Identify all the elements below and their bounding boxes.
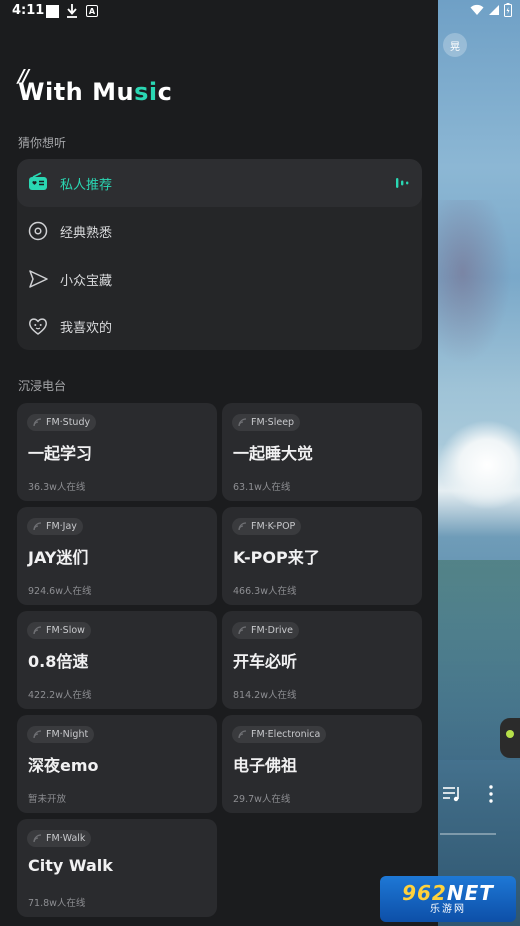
guess-section-title: 猜你想听 bbox=[18, 136, 67, 150]
station-online-count: 29.7w人在线 bbox=[233, 794, 291, 805]
station-online-count: 暂未开放 bbox=[28, 794, 67, 805]
station-name: 电子佛祖 bbox=[233, 756, 298, 775]
progress-bar[interactable] bbox=[440, 833, 496, 835]
station-tag-label: FM·Sleep bbox=[251, 417, 295, 428]
station-tag-label: FM·Night bbox=[46, 729, 89, 740]
station-tag-label: FM·Electronica bbox=[251, 729, 321, 740]
guess-item-label: 小众宝藏 bbox=[60, 273, 113, 289]
logo-text-part2: c bbox=[157, 78, 173, 106]
station-card-sleep[interactable]: FM·Sleep 一起睡大觉 63.1w人在线 bbox=[222, 403, 422, 501]
app-logo: With Music bbox=[18, 78, 172, 106]
station-name: 一起学习 bbox=[28, 444, 93, 463]
radio-wave-icon bbox=[33, 626, 42, 635]
logo-text-part1: With Mu bbox=[18, 78, 135, 106]
download-icon bbox=[67, 4, 77, 18]
playing-equalizer-icon bbox=[396, 178, 409, 188]
station-online-count: 466.3w人在线 bbox=[233, 586, 297, 597]
send-icon bbox=[27, 268, 49, 290]
artwork-branches bbox=[438, 200, 520, 380]
watermark-logo: 962NET 乐游网 bbox=[380, 876, 516, 922]
watermark-main: 962NET bbox=[402, 882, 494, 904]
station-card-kpop[interactable]: FM·K-POP K-POP来了 466.3w人在线 bbox=[222, 507, 422, 605]
station-card-walk[interactable]: FM·Walk City Walk 71.8w人在线 bbox=[17, 819, 217, 917]
radio-heart-icon bbox=[27, 172, 49, 194]
guess-item-label: 私人推荐 bbox=[60, 177, 113, 193]
guess-item-label: 经典熟悉 bbox=[60, 225, 113, 241]
station-name: JAY迷们 bbox=[28, 548, 89, 567]
watermark-net: NET bbox=[446, 881, 494, 905]
station-tag: FM·K-POP bbox=[232, 518, 302, 535]
guess-item-niche[interactable]: 小众宝藏 bbox=[17, 255, 422, 303]
station-tag: FM·Electronica bbox=[232, 726, 327, 743]
a-notification-icon: A bbox=[86, 5, 98, 17]
station-tag: FM·Night bbox=[27, 726, 95, 743]
more-icon[interactable] bbox=[485, 783, 497, 805]
station-tag: FM·Walk bbox=[27, 830, 92, 847]
status-right-icons bbox=[470, 3, 512, 17]
station-online-count: 814.2w人在线 bbox=[233, 690, 297, 701]
station-name: 开车必听 bbox=[233, 652, 298, 671]
radio-wave-icon bbox=[238, 626, 247, 635]
radio-wave-icon bbox=[33, 418, 42, 427]
station-name: 一起睡大觉 bbox=[233, 444, 314, 463]
radio-wave-icon bbox=[238, 522, 247, 531]
artwork-clouds bbox=[438, 420, 520, 510]
disc-icon bbox=[27, 220, 49, 242]
logo-text-accent: si bbox=[134, 78, 158, 106]
mascot-sticker[interactable] bbox=[500, 718, 520, 758]
station-online-count: 422.2w人在线 bbox=[28, 690, 92, 701]
station-card-electronica[interactable]: FM·Electronica 电子佛祖 29.7w人在线 bbox=[222, 715, 422, 813]
status-time: 4:11 bbox=[12, 3, 45, 18]
station-online-count: 36.3w人在线 bbox=[28, 482, 86, 493]
station-tag-label: FM·Walk bbox=[46, 833, 86, 844]
station-tag-label: FM·Study bbox=[46, 417, 91, 428]
radio-wave-icon bbox=[33, 730, 42, 739]
notification-square-icon bbox=[46, 5, 59, 18]
guess-list: 私人推荐 经典熟悉 小众宝藏 我喜欢的 bbox=[17, 159, 422, 350]
radio-section-title: 沉浸电台 bbox=[18, 379, 67, 393]
navigation-drawer: // With Music 猜你想听 私人推荐 经典熟悉 小众宝藏 我喜欢的 沉… bbox=[0, 0, 438, 926]
watermark-sub: 乐游网 bbox=[430, 904, 466, 915]
guess-item-favorites[interactable]: 我喜欢的 bbox=[17, 302, 422, 350]
watermark-number: 962 bbox=[402, 881, 447, 905]
station-tag-label: FM·K-POP bbox=[251, 521, 296, 532]
station-card-slow[interactable]: FM·Slow 0.8倍速 422.2w人在线 bbox=[17, 611, 217, 709]
status-bar: 4:11 A bbox=[0, 0, 520, 24]
wifi-icon bbox=[470, 4, 484, 15]
station-online-count: 63.1w人在线 bbox=[233, 482, 291, 493]
station-name: City Walk bbox=[28, 856, 113, 875]
station-name: 0.8倍速 bbox=[28, 652, 89, 671]
station-name: 深夜emo bbox=[28, 756, 99, 775]
playlist-icon[interactable] bbox=[441, 783, 463, 805]
station-card-night[interactable]: FM·Night 深夜emo 暂未开放 bbox=[17, 715, 217, 813]
station-name: K-POP来了 bbox=[233, 548, 320, 567]
guess-item-classic[interactable]: 经典熟悉 bbox=[17, 207, 422, 255]
background-badge[interactable]: 晃 bbox=[443, 33, 467, 57]
signal-icon bbox=[489, 5, 499, 15]
station-tag: FM·Slow bbox=[27, 622, 91, 639]
radio-wave-icon bbox=[238, 730, 247, 739]
station-tag: FM·Jay bbox=[27, 518, 83, 535]
station-tag: FM·Drive bbox=[232, 622, 300, 639]
radio-wave-icon bbox=[238, 418, 247, 427]
mascot-eye bbox=[506, 730, 514, 738]
radio-wave-icon bbox=[33, 834, 42, 843]
guess-item-label: 我喜欢的 bbox=[60, 320, 113, 336]
station-tag: FM·Study bbox=[27, 414, 97, 431]
station-online-count: 71.8w人在线 bbox=[28, 898, 86, 909]
station-tag-label: FM·Slow bbox=[46, 625, 85, 636]
station-card-study[interactable]: FM·Study 一起学习 36.3w人在线 bbox=[17, 403, 217, 501]
station-online-count: 924.6w人在线 bbox=[28, 586, 92, 597]
station-tag: FM·Sleep bbox=[232, 414, 301, 431]
heart-face-icon bbox=[27, 315, 49, 337]
station-tag-label: FM·Drive bbox=[251, 625, 294, 636]
radio-wave-icon bbox=[33, 522, 42, 531]
guess-item-private-recommend[interactable]: 私人推荐 bbox=[17, 159, 422, 207]
station-card-drive[interactable]: FM·Drive 开车必听 814.2w人在线 bbox=[222, 611, 422, 709]
station-card-jay[interactable]: FM·Jay JAY迷们 924.6w人在线 bbox=[17, 507, 217, 605]
battery-icon bbox=[504, 3, 512, 17]
station-tag-label: FM·Jay bbox=[46, 521, 77, 532]
